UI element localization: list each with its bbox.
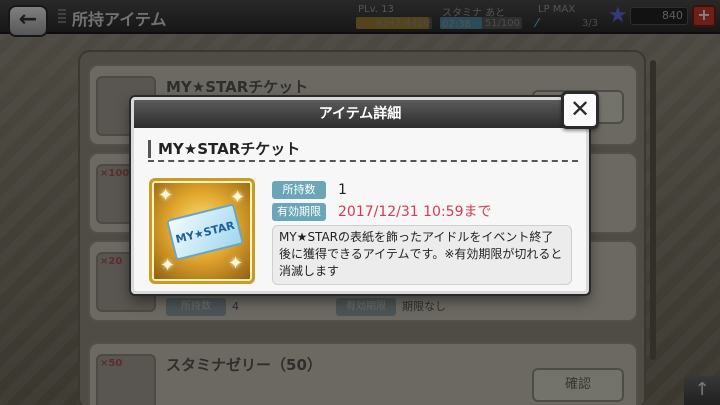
sparkle-icon: ✦ <box>228 253 244 274</box>
dialog-title: アイテム詳細 <box>134 100 586 128</box>
item-name: MY★STARチケット <box>148 138 578 162</box>
expiry-tag: 有効期限 <box>272 203 326 221</box>
count-tag: 所持数 <box>272 181 326 199</box>
count-value: 1 <box>338 182 347 198</box>
sparkle-icon: ✦ <box>160 255 176 276</box>
item-detail-dialog: アイテム詳細 MY★STARチケット ✦ ✦ ✦ ✦ MY★STAR 所持数 1… <box>131 97 589 294</box>
close-button[interactable]: ✕ <box>561 91 599 129</box>
expiry-value: 2017/12/31 10:59まで <box>338 204 492 220</box>
sparkle-icon: ✦ <box>158 185 174 206</box>
ticket-icon: ✦ ✦ ✦ ✦ MY★STAR <box>149 178 255 284</box>
item-description: MY★STARの表紙を飾ったアイドルをイベント終了後に獲得できるアイテムです。※… <box>272 225 572 285</box>
